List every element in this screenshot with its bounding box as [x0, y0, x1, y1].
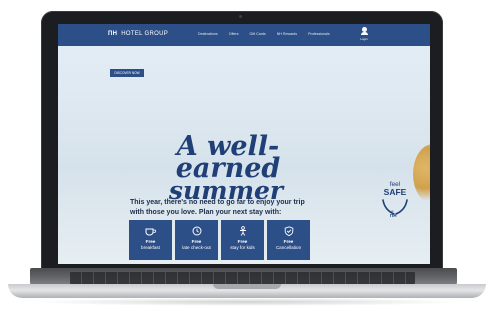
tile-free-breakfast[interactable]: Free breakfast [129, 220, 172, 260]
nav-links: Destinations Offers Gift Cards NH Reward… [198, 32, 341, 36]
laptop-screen: ΠH HOTEL GROUP Destinations Offers Gift … [58, 24, 430, 264]
feel-safe-badge: feel SAFE at ΠH [373, 181, 417, 218]
logo-text: HOTEL GROUP [121, 31, 169, 37]
nav-link-gift-cards[interactable]: Gift Cards [250, 32, 266, 36]
headline-line-1: A well-earned [175, 131, 281, 184]
coffee-cup-icon [145, 228, 156, 236]
laptop-shadow [30, 298, 464, 306]
subtext-line-2: with those you love. Plan your next stay… [130, 209, 282, 216]
tile-free-late-check-out[interactable]: Free late check-out [175, 220, 218, 260]
shield-check-icon [284, 226, 293, 236]
benefit-tiles: Free breakfast Free late check-out Free … [129, 220, 310, 260]
subtext-line-1: This year, there's no need to go far to … [130, 199, 305, 206]
nh-hotel-group-logo[interactable]: ΠH HOTEL GROUP [108, 31, 168, 37]
discover-now-button[interactable]: DISCOVER NOW [110, 69, 144, 77]
login-label: Login [360, 37, 368, 41]
badge-safe-text: SAFE [383, 187, 407, 197]
child-icon [239, 226, 246, 236]
login-button[interactable]: Login [358, 27, 370, 41]
logo-mark: ΠH [108, 31, 118, 37]
clock-icon [192, 226, 201, 236]
tile-subtitle: Cancellation [275, 245, 302, 250]
tile-subtitle: breakfast [141, 245, 160, 250]
laptop-base-notch [213, 284, 281, 289]
tile-subtitle: late check-out [182, 245, 211, 250]
hero-subtext: This year, there's no need to go far to … [130, 198, 340, 218]
hero-headline: A well-earned summer [128, 131, 328, 203]
tile-free-cancellation[interactable]: Free Cancellation [267, 220, 310, 260]
nav-link-nh-rewards[interactable]: NH Rewards [277, 32, 297, 36]
tile-free-stay-for-kids[interactable]: Free stay for kids [221, 220, 264, 260]
laptop-keys [70, 272, 415, 284]
tile-subtitle: stay for kids [230, 245, 255, 250]
user-icon [360, 27, 368, 35]
nav-link-destinations[interactable]: Destinations [198, 32, 218, 36]
nav-link-offers[interactable]: Offers [229, 32, 239, 36]
badge-brand-mark: ΠH [390, 213, 397, 218]
webcam-icon [239, 15, 242, 18]
nav-link-professionals[interactable]: Professionals [308, 32, 330, 36]
site-navbar: ΠH HOTEL GROUP Destinations Offers Gift … [58, 24, 430, 46]
